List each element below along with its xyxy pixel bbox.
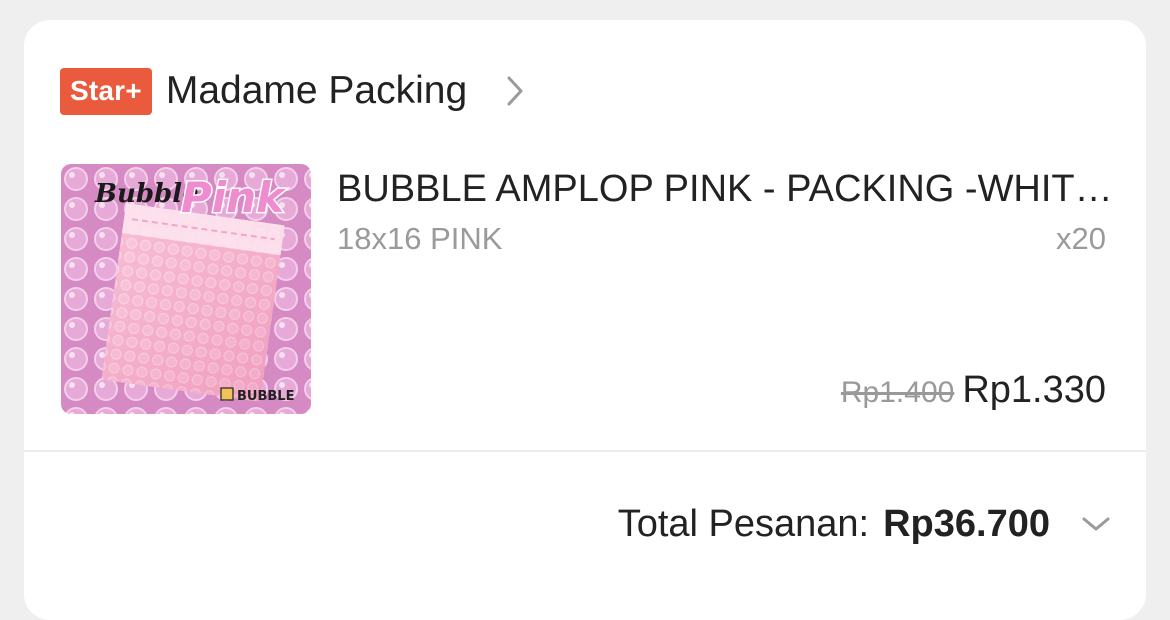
price-group: Rp1.400 Rp1.330 [841, 368, 1106, 415]
product-quantity: x20 [1056, 221, 1106, 256]
chevron-down-icon[interactable] [1080, 514, 1112, 534]
order-total-value: Rp36.700 [883, 503, 1050, 545]
image-big-word: Pink [181, 173, 287, 222]
product-variant: 18x16 PINK [337, 221, 503, 256]
product-title[interactable]: BUBBLE AMPLOP PINK - PACKING -WHITE BUBB… [337, 164, 1117, 214]
original-price: Rp1.400 [840, 376, 955, 409]
chevron-right-icon[interactable] [503, 74, 527, 108]
shop-name[interactable]: Madame Packing [166, 67, 467, 115]
shop-header[interactable]: Star+ Madame Packing [60, 67, 527, 115]
image-brand: BUBBLE [237, 389, 294, 404]
order-total-label: Total Pesanan: [617, 503, 870, 545]
product-image[interactable]: Bubble Pink BUBBLE [61, 164, 311, 414]
order-total-row[interactable]: Total Pesanan: Rp36.700 [618, 500, 1112, 548]
sale-price: Rp1.330 [962, 369, 1106, 411]
star-plus-badge: Star+ [60, 67, 152, 115]
divider [24, 450, 1146, 452]
order-card: Star+ Madame Packing Bubble Pink BUBBLE … [24, 20, 1146, 620]
